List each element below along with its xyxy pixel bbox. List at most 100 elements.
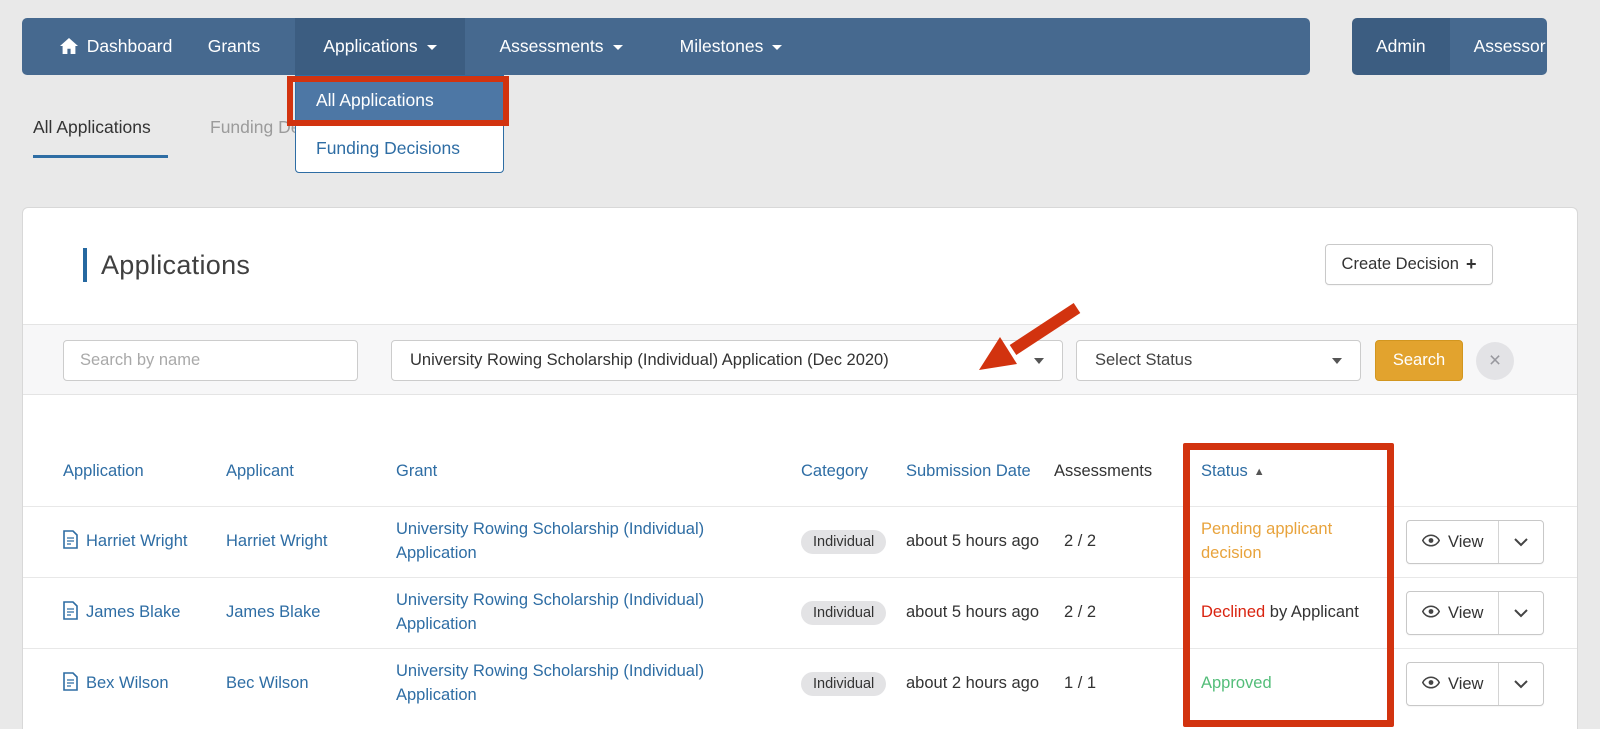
document-icon [63, 530, 78, 554]
view-button[interactable]: View [1407, 521, 1498, 563]
header-application[interactable]: Application [63, 460, 226, 482]
view-button[interactable]: View [1407, 592, 1498, 634]
applications-table: Application Applicant Grant Category Sub… [23, 436, 1577, 719]
top-navbar: Dashboard Grants Applications Assessment… [22, 18, 1310, 75]
sort-asc-icon: ▲ [1253, 465, 1265, 478]
table-row: Harriet Wright Harriet Wright University… [23, 506, 1577, 577]
header-status[interactable]: Status ▲ [1182, 460, 1394, 482]
applicant-link[interactable]: Bec Wilson [226, 674, 309, 692]
view-button-label: View [1448, 603, 1484, 622]
document-icon [63, 601, 78, 625]
view-dropdown-toggle[interactable] [1498, 592, 1543, 634]
chevron-down-icon [1514, 675, 1529, 694]
header-submission-date[interactable]: Submission Date [906, 460, 1054, 482]
category-badge: Individual [801, 672, 887, 696]
grant-filter-select[interactable]: University Rowing Scholarship (Individua… [391, 340, 1063, 381]
chevron-down-icon [1514, 533, 1529, 552]
view-dropdown-toggle[interactable] [1498, 663, 1543, 705]
chevron-down-icon [612, 44, 623, 50]
grant-link[interactable]: University Rowing Scholarship (Individua… [396, 662, 704, 704]
nav-grants[interactable]: Grants [188, 18, 280, 75]
application-link[interactable]: Harriet Wright [86, 530, 187, 554]
status-text: Approved [1182, 672, 1394, 696]
status-primary: Declined [1201, 603, 1266, 622]
page-title-wrap: Applications [83, 248, 250, 282]
select-caret-icon [1332, 357, 1342, 364]
view-split-button: View [1406, 662, 1545, 706]
view-split-button: View [1406, 520, 1545, 564]
view-button-label: View [1448, 674, 1484, 693]
application-link[interactable]: James Blake [86, 601, 180, 625]
submission-date: about 2 hours ago [906, 674, 1040, 693]
grant-filter-value: University Rowing Scholarship (Individua… [410, 351, 889, 369]
create-decision-label: Create Decision [1341, 255, 1459, 273]
nav-milestones-label: Milestones [679, 36, 764, 56]
title-accent-bar [83, 248, 87, 282]
chevron-down-icon [1514, 604, 1529, 623]
grant-link[interactable]: University Rowing Scholarship (Individua… [396, 591, 704, 633]
nav-applications[interactable]: Applications [295, 18, 465, 75]
filter-bar: University Rowing Scholarship (Individua… [23, 324, 1577, 395]
tab-all-applications[interactable]: All Applications [33, 117, 151, 138]
view-button-label: View [1448, 532, 1484, 551]
view-button[interactable]: View [1407, 663, 1498, 705]
table-row: Bex Wilson Bec Wilson University Rowing … [23, 648, 1577, 719]
header-assessments: Assessments [1054, 461, 1153, 480]
menu-item-all-applications[interactable]: All Applications [296, 76, 503, 124]
nav-assessments[interactable]: Assessments [472, 18, 650, 75]
chevron-down-icon [426, 44, 437, 50]
assessments-count: 2 / 2 [1064, 532, 1097, 551]
document-icon [63, 672, 78, 696]
applications-panel: Applications Create Decision + Universit… [22, 207, 1578, 729]
category-badge: Individual [801, 601, 887, 625]
category-badge: Individual [801, 530, 887, 554]
close-icon: × [1488, 349, 1502, 372]
status-primary: Pending applicant decision [1201, 520, 1333, 562]
clear-filters-button[interactable]: × [1476, 342, 1514, 380]
nav-applications-label: Applications [323, 36, 418, 56]
page-title: Applications [101, 249, 251, 280]
view-split-button: View [1406, 591, 1545, 635]
role-assessor-button[interactable]: Assessor [1449, 18, 1547, 75]
status-text: Pending applicant decision [1182, 518, 1394, 566]
assessments-count: 1 / 1 [1064, 674, 1097, 693]
grant-link[interactable]: University Rowing Scholarship (Individua… [396, 520, 704, 562]
role-switcher: Admin Assessor [1352, 18, 1547, 75]
nav-assessments-label: Assessments [499, 36, 604, 56]
select-caret-icon [1034, 357, 1044, 364]
status-primary: Approved [1201, 674, 1272, 693]
status-filter-select[interactable]: Select Status [1076, 340, 1361, 381]
table-row: James Blake James Blake University Rowin… [23, 577, 1577, 648]
header-applicant[interactable]: Applicant [226, 460, 396, 482]
applicant-link[interactable]: Harriet Wright [226, 532, 327, 550]
nav-dashboard-label: Dashboard [86, 36, 173, 56]
application-link[interactable]: Bex Wilson [86, 672, 169, 696]
submission-date: about 5 hours ago [906, 603, 1040, 622]
nav-dashboard[interactable]: Dashboard [40, 18, 192, 75]
submission-date: about 5 hours ago [906, 532, 1040, 551]
eye-icon [1421, 533, 1441, 552]
table-header-row: Application Applicant Grant Category Sub… [23, 436, 1577, 506]
role-admin-button[interactable]: Admin [1352, 18, 1450, 75]
home-icon [59, 20, 78, 77]
eye-icon [1421, 604, 1441, 623]
active-tab-underline [33, 155, 168, 158]
status-text: Declined by Applicant [1182, 601, 1394, 625]
applications-dropdown-menu: All Applications Funding Decisions [295, 75, 504, 173]
plus-icon: + [1465, 254, 1477, 274]
status-suffix: by Applicant [1265, 603, 1359, 622]
nav-grants-label: Grants [207, 36, 261, 56]
applicant-link[interactable]: James Blake [226, 603, 320, 621]
status-filter-value: Select Status [1095, 351, 1193, 369]
eye-icon [1421, 675, 1441, 694]
view-dropdown-toggle[interactable] [1498, 521, 1543, 563]
menu-item-funding-decisions[interactable]: Funding Decisions [296, 124, 503, 172]
create-decision-button[interactable]: Create Decision + [1325, 244, 1493, 285]
search-input[interactable] [63, 340, 358, 381]
search-button[interactable]: Search [1375, 340, 1463, 381]
header-category[interactable]: Category [801, 460, 906, 482]
header-grant[interactable]: Grant [396, 460, 801, 482]
nav-milestones[interactable]: Milestones [650, 18, 812, 75]
assessments-count: 2 / 2 [1064, 603, 1097, 622]
chevron-down-icon [772, 44, 783, 50]
